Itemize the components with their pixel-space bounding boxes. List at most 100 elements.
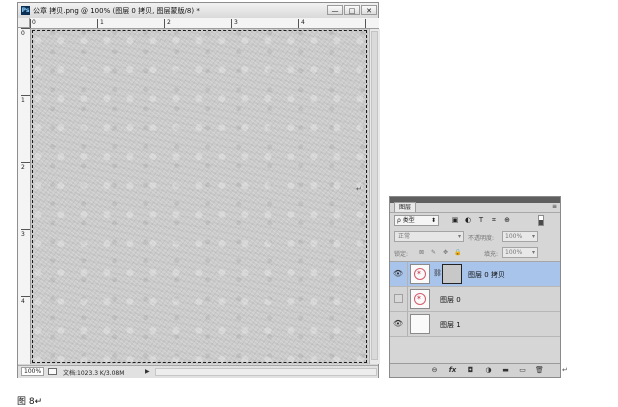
blend-mode-select[interactable]: 正常 ▾ (394, 231, 464, 242)
layer-name[interactable]: 图层 0 拷贝 (468, 270, 505, 280)
ruler-label: 4 (301, 19, 305, 26)
lock-row: 锁定: ⊠ ✎ ✥ 🔒 填充: 100% ▾ (390, 245, 560, 261)
chain-link-icon[interactable]: ⛓ (433, 269, 442, 277)
ruler-label: 0 (21, 30, 25, 37)
ruler-tick (21, 95, 30, 96)
filter-row: ρ 类型 ⬍ ▣ ◐ T ⌗ ⊕ (390, 213, 560, 229)
ruler-label: 4 (21, 298, 25, 305)
status-bar: 100% 文档:1023.3 K/3.08M ▶ (18, 365, 378, 378)
filter-toggle[interactable] (538, 215, 544, 226)
horizontal-ruler[interactable]: 0 1 2 3 4 (30, 18, 379, 29)
layer-row[interactable]: 👁 图层 1 (390, 312, 560, 337)
ruler-label: 2 (167, 19, 171, 26)
lock-position-icon[interactable]: ✥ (442, 249, 449, 256)
star-icon: ✶ (416, 294, 422, 302)
selection-marquee (32, 30, 367, 363)
zoom-level-field[interactable]: 100% (21, 367, 44, 376)
visibility-toggle-off[interactable] (394, 294, 403, 303)
ruler-tick (30, 19, 31, 28)
vertical-ruler[interactable]: 0 1 2 3 4 (18, 28, 31, 364)
layers-list: 👁 ✶ ⛓ 图层 0 拷贝 ✶ 图层 0 👁 图层 1 (390, 261, 560, 366)
layer-row[interactable]: ✶ 图层 0 (390, 287, 560, 312)
new-layer-icon[interactable]: ▭ (518, 366, 527, 375)
chevron-down-icon: ▾ (531, 249, 535, 256)
layer-thumbnail[interactable]: ✶ (410, 264, 430, 284)
status-preview-icon[interactable] (48, 368, 57, 375)
visibility-eye-icon[interactable]: 👁 (392, 268, 404, 279)
opacity-label: 不透明度: (468, 235, 495, 242)
fill-field[interactable]: 100% ▾ (502, 247, 538, 258)
layer-thumbnail[interactable] (410, 314, 430, 334)
text-filter-icon[interactable]: T (477, 216, 485, 224)
ruler-label: 3 (21, 231, 25, 238)
divider (407, 287, 408, 311)
opacity-field[interactable]: 100% ▾ (502, 231, 538, 242)
delete-layer-icon[interactable]: 🗑 (535, 366, 544, 375)
ruler-origin[interactable] (18, 18, 30, 28)
filter-arrow-icon: ⬍ (430, 217, 436, 224)
opacity-value: 100% (505, 233, 523, 240)
document-size-info: 文档:1023.3 K/3.08M (63, 370, 125, 377)
visibility-eye-icon[interactable]: 👁 (392, 318, 404, 329)
layer-thumbnail[interactable]: ✶ (410, 289, 430, 309)
layer-name[interactable]: 图层 0 (440, 295, 461, 305)
document-window: Ps 公章 拷贝.png @ 100% (图层 0 拷贝, 图层蒙版/8) * … (17, 2, 380, 378)
star-icon: ✶ (416, 269, 422, 277)
link-layers-icon[interactable]: ⊖ (430, 366, 439, 375)
chevron-down-icon: ▾ (457, 233, 461, 240)
minimize-button[interactable]: — (327, 5, 343, 15)
ruler-label: 0 (32, 19, 36, 26)
figure-caption: 图 8↵ (17, 397, 43, 407)
scrollbar-thumb[interactable] (371, 31, 378, 360)
layer-name[interactable]: 图层 1 (440, 320, 461, 330)
new-adjustment-icon[interactable]: ◑ (484, 366, 493, 375)
smart-object-filter-icon[interactable]: ⊕ (503, 216, 511, 224)
maximize-button[interactable]: □ (344, 5, 360, 15)
layers-panel-toolbar: ⊖ fx ◘ ◑ ▬ ▭ 🗑 (390, 363, 560, 377)
divider (407, 312, 408, 336)
ruler-label: 1 (100, 19, 104, 26)
ruler-label: 2 (21, 164, 25, 171)
image-filter-icon[interactable]: ▣ (451, 216, 459, 224)
ruler-tick (97, 19, 98, 28)
layer-row[interactable]: 👁 ✶ ⛓ 图层 0 拷贝 (390, 262, 560, 287)
adjustment-filter-icon[interactable]: ◐ (464, 216, 472, 224)
lock-transparency-icon[interactable]: ⊠ (418, 249, 425, 256)
ruler-tick (21, 162, 30, 163)
new-group-icon[interactable]: ▬ (501, 366, 510, 375)
layers-panel: 图层 ≡ ρ 类型 ⬍ ▣ ◐ T ⌗ ⊕ 正常 ▾ 不透明度: 100% ▾ … (389, 196, 561, 378)
fx-icon[interactable]: fx (448, 366, 457, 375)
blend-row: 正常 ▾ 不透明度: 100% ▾ (390, 229, 560, 245)
document-canvas[interactable] (31, 29, 368, 364)
add-mask-icon[interactable]: ◘ (466, 366, 475, 375)
layer-mask-thumbnail[interactable] (442, 264, 462, 284)
photoshop-icon: Ps (21, 6, 30, 15)
ruler-tick (298, 19, 299, 28)
ruler-tick (231, 19, 232, 28)
ruler-tick (21, 229, 30, 230)
status-menu-arrow-icon[interactable]: ▶ (145, 368, 150, 375)
panel-menu-icon[interactable]: ≡ (552, 203, 557, 210)
return-mark-icon: ↵ (562, 366, 568, 374)
filter-label: ρ 类型 (397, 217, 415, 224)
lock-pixels-icon[interactable]: ✎ (430, 249, 437, 256)
horizontal-scrollbar[interactable] (155, 368, 377, 376)
return-mark-icon: ↵ (356, 185, 362, 193)
shape-filter-icon[interactable]: ⌗ (490, 216, 498, 224)
document-title: 公章 拷贝.png @ 100% (图层 0 拷贝, 图层蒙版/8) * (33, 7, 200, 15)
close-button[interactable]: ✕ (361, 5, 377, 15)
ruler-tick (164, 19, 165, 28)
document-title-bar[interactable]: Ps 公章 拷贝.png @ 100% (图层 0 拷贝, 图层蒙版/8) * … (18, 3, 378, 19)
lock-label: 锁定: (394, 251, 409, 258)
layer-filter-select[interactable]: ρ 类型 ⬍ (394, 215, 439, 226)
blend-mode-value: 正常 (398, 233, 411, 240)
ruler-tick (365, 19, 366, 28)
chevron-down-icon: ▾ (531, 233, 535, 240)
lock-all-icon[interactable]: 🔒 (454, 249, 461, 256)
ruler-label: 1 (21, 97, 25, 104)
vertical-scrollbar[interactable] (369, 29, 380, 364)
ruler-tick (21, 28, 30, 29)
ruler-tick (21, 296, 30, 297)
ruler-label: 3 (234, 19, 238, 26)
divider (407, 262, 408, 286)
